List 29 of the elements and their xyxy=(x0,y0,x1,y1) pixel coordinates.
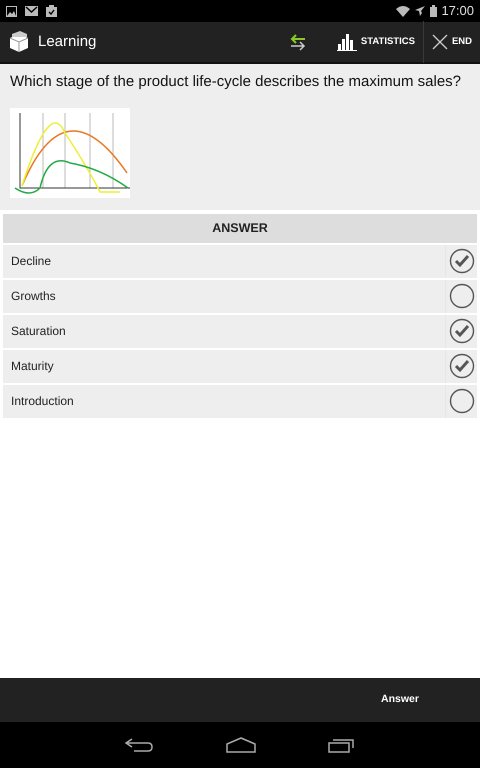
clock-text: 17:00 xyxy=(441,2,474,20)
answer-option[interactable]: Introduction xyxy=(3,384,477,418)
wifi-icon xyxy=(396,6,410,16)
bar-chart-icon xyxy=(336,33,357,51)
answer-option[interactable]: Decline xyxy=(3,244,477,278)
recent-apps-icon[interactable] xyxy=(328,737,356,753)
airplane-icon xyxy=(414,5,426,17)
mail-icon xyxy=(25,6,38,16)
checkbox[interactable] xyxy=(448,318,474,344)
back-icon[interactable] xyxy=(124,737,154,753)
swap-arrows-icon xyxy=(288,33,307,51)
statistics-button[interactable]: STATISTICS xyxy=(328,21,424,63)
answer-option[interactable]: Maturity xyxy=(3,350,477,382)
checkbox[interactable] xyxy=(448,283,474,309)
checkbox[interactable] xyxy=(448,353,474,379)
battery-icon xyxy=(430,5,438,17)
clipboard-icon xyxy=(46,5,57,17)
checkbox[interactable] xyxy=(448,248,474,274)
picture-icon xyxy=(6,6,17,16)
answer-option[interactable]: Growths xyxy=(3,280,477,312)
app-title: Learning xyxy=(38,32,96,52)
close-icon xyxy=(432,34,448,50)
answer-header: ANSWER xyxy=(3,214,477,242)
end-button[interactable]: END xyxy=(424,21,480,63)
checkbox[interactable] xyxy=(448,388,474,414)
question-text: Which stage of the product life-cycle describes the maximum sales? xyxy=(10,72,462,92)
answer-option[interactable]: Saturation xyxy=(3,314,477,348)
home-icon[interactable] xyxy=(226,737,256,753)
box-icon xyxy=(8,31,30,53)
